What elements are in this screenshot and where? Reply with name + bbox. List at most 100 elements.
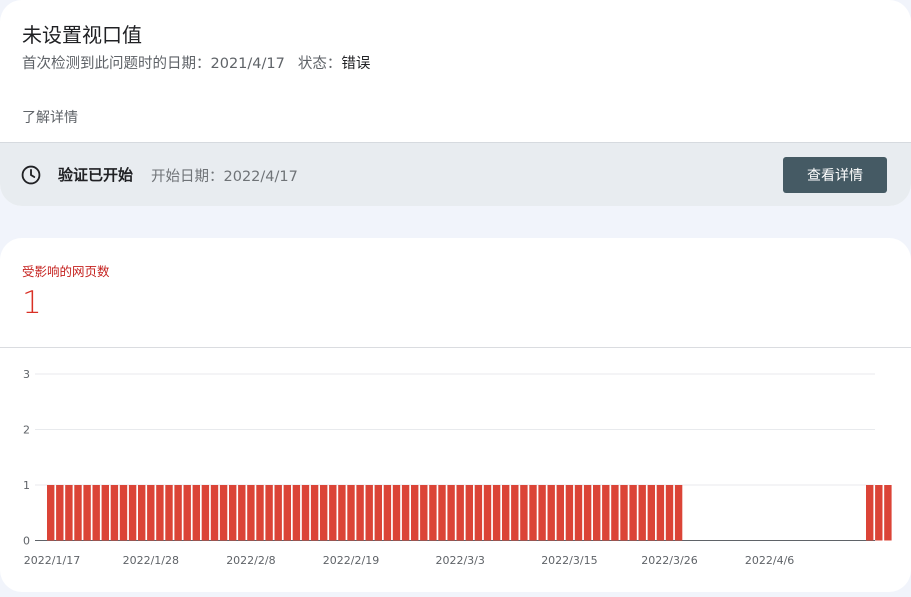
- chart-bar[interactable]: [620, 485, 628, 541]
- issue-title: 未设置视口值: [22, 23, 142, 47]
- chart-bar[interactable]: [875, 485, 883, 541]
- chart-bar[interactable]: [56, 485, 64, 541]
- chart-bar[interactable]: [156, 485, 164, 541]
- chart-bar[interactable]: [320, 485, 328, 541]
- chart-bar[interactable]: [456, 485, 464, 541]
- validation-start: 开始日期：2022/4/17: [151, 165, 298, 186]
- chart-bar[interactable]: [602, 485, 610, 541]
- y-tick-label: 0: [23, 535, 30, 548]
- chart-bar[interactable]: [356, 485, 364, 541]
- chart-bar[interactable]: [502, 485, 510, 541]
- chart-bar[interactable]: [647, 485, 655, 541]
- chart-bar[interactable]: [438, 485, 446, 541]
- x-tick-label: 2022/4/6: [745, 554, 794, 567]
- chart-bar[interactable]: [374, 485, 382, 541]
- y-tick-label: 3: [23, 368, 30, 381]
- chart-bar[interactable]: [520, 485, 528, 541]
- y-tick-label: 2: [23, 424, 30, 437]
- chart-bar[interactable]: [429, 485, 437, 541]
- chart-card: 受影响的网页数 1 0 1 2 3 2022/1/17 2022/1/28 2022/2/8…: [0, 238, 911, 592]
- chart-bar[interactable]: [329, 485, 337, 541]
- chart-bar[interactable]: [665, 485, 674, 541]
- chart-bar[interactable]: [292, 485, 301, 541]
- validation-status: 验证已开始: [58, 166, 134, 184]
- chart-bar[interactable]: [110, 485, 119, 541]
- chart-bar[interactable]: [229, 485, 237, 541]
- chart-bar[interactable]: [238, 485, 246, 541]
- chart-bar[interactable]: [447, 485, 455, 541]
- issue-meta: 首次检测到此问题时的日期：2021/4/17 状态：错误: [22, 52, 370, 73]
- x-tick-label: 2022/1/17: [24, 554, 80, 567]
- chart-bar[interactable]: [310, 485, 319, 541]
- chart-bar[interactable]: [492, 485, 501, 541]
- x-tick-label: 2022/1/28: [123, 554, 179, 567]
- chart-bar[interactable]: [474, 485, 483, 541]
- chart-bar[interactable]: [411, 485, 419, 541]
- chart-bar[interactable]: [583, 485, 592, 541]
- chart-bar[interactable]: [565, 485, 574, 541]
- x-tick-label: 2022/2/8: [226, 554, 275, 567]
- chart-bar[interactable]: [593, 485, 601, 541]
- chart-bar[interactable]: [338, 485, 346, 541]
- issue-card: 未设置视口值 首次检测到此问题时的日期：2021/4/17 状态：错误 了解详情 …: [0, 0, 911, 206]
- chart-bar[interactable]: [47, 485, 55, 541]
- chart-bar[interactable]: [538, 485, 546, 541]
- chart-bar[interactable]: [183, 485, 191, 541]
- chart-bar[interactable]: [256, 485, 264, 541]
- chart-bar[interactable]: [219, 485, 228, 541]
- view-details-button[interactable]: 查看详情: [783, 157, 887, 193]
- chart-bar[interactable]: [365, 485, 373, 541]
- affected-pages-label: 受影响的网页数: [22, 264, 110, 279]
- chart-bar[interactable]: [83, 485, 91, 541]
- validation-start-date: 2022/4/17: [223, 169, 298, 185]
- chart-bar[interactable]: [138, 485, 146, 541]
- chart-bar[interactable]: [274, 485, 282, 541]
- chart-bar[interactable]: [465, 485, 473, 541]
- affected-pages-chart: 0 1 2 3 2022/1/17 2022/1/28 2022/2/8 2022/2/19 2…: [23, 368, 892, 567]
- chart-bar[interactable]: [574, 485, 583, 541]
- chart-bar[interactable]: [547, 485, 555, 541]
- x-tick-label: 2022/3/3: [435, 554, 484, 567]
- chart-bar[interactable]: [92, 485, 100, 541]
- chart-bar[interactable]: [420, 485, 428, 541]
- chart-bar[interactable]: [265, 485, 273, 541]
- chart-bar[interactable]: [165, 485, 173, 541]
- chart-bar[interactable]: [201, 485, 210, 541]
- chart-bar[interactable]: [347, 485, 355, 541]
- chart-bar[interactable]: [101, 485, 109, 541]
- chart-bar[interactable]: [65, 485, 73, 541]
- chart-bar[interactable]: [511, 485, 519, 541]
- chart-bar[interactable]: [192, 485, 200, 541]
- first-detected-date: 2021/4/17: [210, 56, 285, 72]
- chart-bar[interactable]: [629, 485, 637, 541]
- chart-bar[interactable]: [866, 485, 874, 541]
- learn-more-link[interactable]: 了解详情: [22, 107, 78, 127]
- chart-bar[interactable]: [301, 485, 310, 541]
- chart-bar[interactable]: [247, 485, 255, 541]
- chart-bar[interactable]: [611, 485, 619, 541]
- chart-bar[interactable]: [392, 485, 401, 541]
- x-tick-label: 2022/3/26: [641, 554, 697, 567]
- chart-bar[interactable]: [383, 485, 392, 541]
- chart-bar[interactable]: [674, 485, 683, 541]
- chart-bar[interactable]: [884, 485, 892, 541]
- chart-bar[interactable]: [119, 485, 128, 541]
- chart-bar[interactable]: [556, 485, 564, 541]
- chart-bar[interactable]: [483, 485, 492, 541]
- chart-bar[interactable]: [529, 485, 537, 541]
- y-tick-label: 1: [23, 479, 30, 492]
- chart-bar[interactable]: [74, 485, 82, 541]
- chart-bar[interactable]: [656, 485, 665, 541]
- first-detected-label: 首次检测到此问题时的日期：: [22, 56, 211, 72]
- status-label: 状态：: [297, 56, 342, 72]
- chart-bar[interactable]: [147, 485, 155, 541]
- chart-bar[interactable]: [210, 485, 219, 541]
- chart-bar[interactable]: [638, 485, 646, 541]
- chart-bar[interactable]: [401, 485, 410, 541]
- chart-bar[interactable]: [128, 485, 137, 541]
- validation-start-label: 开始日期：: [151, 169, 224, 185]
- affected-pages-count: 1: [22, 285, 42, 321]
- chart-bar[interactable]: [283, 485, 291, 541]
- chart-bar[interactable]: [174, 485, 182, 541]
- x-tick-label: 2022/2/19: [323, 554, 379, 567]
